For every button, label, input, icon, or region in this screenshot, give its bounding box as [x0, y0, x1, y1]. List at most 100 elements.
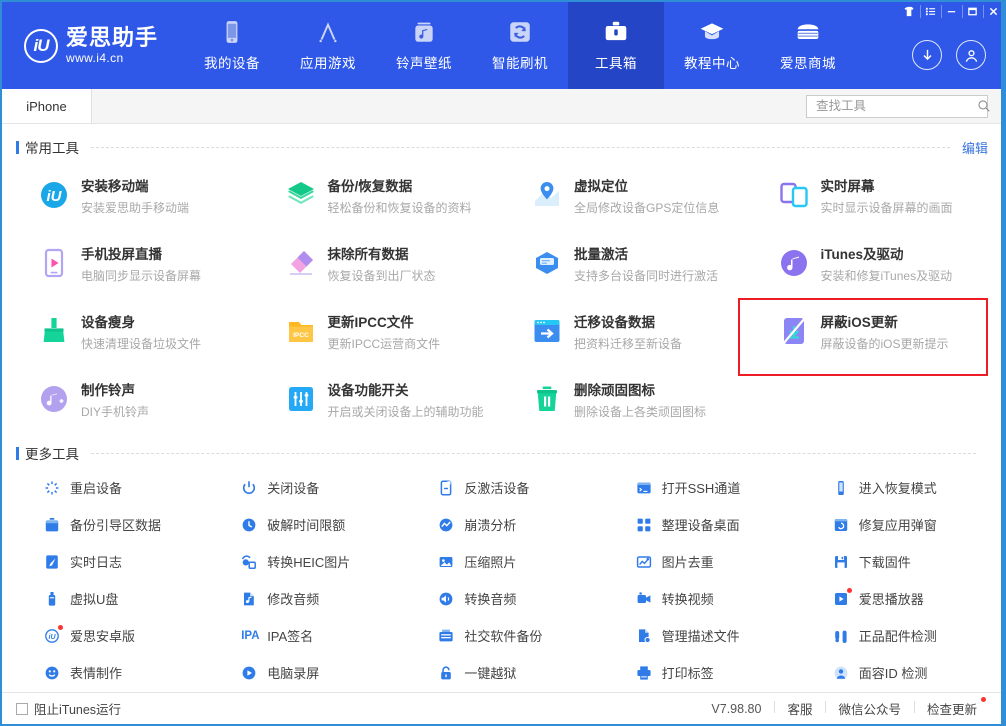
more-tool-item[interactable]: 正品配件检测 [799, 617, 996, 654]
section-divider [91, 453, 976, 454]
tool-card[interactable]: 制作铃声 DIY手机铃声 [10, 365, 257, 433]
more-tool-item[interactable]: 崩溃分析 [404, 506, 601, 543]
nav-item-toolbox[interactable]: 工具箱 [568, 2, 664, 89]
power-icon [241, 480, 257, 496]
crash-chart-icon [438, 517, 454, 533]
trash-icon [531, 383, 563, 415]
more-tool-item[interactable]: IPAIPA签名 [207, 617, 404, 654]
svg-text:iU: iU [47, 188, 63, 205]
nav-item-tutorial-center[interactable]: 教程中心 [664, 2, 760, 89]
heic-convert-icon [241, 554, 257, 570]
tool-card[interactable]: 批量激活 支持多台设备同时进行激活 [503, 229, 750, 297]
more-tool-item[interactable]: 打印标签 [602, 654, 799, 691]
brand-logo[interactable]: iU 爱思助手 www.i4.cn [2, 2, 184, 89]
search-area [806, 89, 1004, 123]
nav-item-ringtone-wallpaper[interactable]: 铃声壁纸 [376, 2, 472, 89]
edit-link[interactable]: 编辑 [962, 138, 988, 157]
more-tool-item[interactable]: 重启设备 [10, 469, 207, 506]
more-tool-item[interactable]: 虚拟U盘 [10, 580, 207, 617]
more-tool-item[interactable]: 压缩照片 [404, 543, 601, 580]
tool-card[interactable]: iU 安装移动端 安装爱思助手移动端 [10, 161, 257, 229]
more-tool-label: 重启设备 [70, 478, 122, 497]
recovery-phone-icon [833, 480, 849, 496]
more-tool-item[interactable]: 修改音频 [207, 580, 404, 617]
earphone-check-icon [833, 628, 849, 644]
more-tool-item[interactable]: 破解时间限额 [207, 506, 404, 543]
menu-list-icon[interactable] [920, 2, 941, 21]
more-tool-label: 面容ID 检测 [859, 663, 928, 682]
tool-card[interactable]: 虚拟定位 全局修改设备GPS定位信息 [503, 161, 750, 229]
more-tool-item[interactable]: 实时日志 [10, 543, 207, 580]
footer-link-check-update[interactable]: 检查更新 [914, 699, 990, 718]
phone-icon [219, 19, 245, 45]
more-tool-item[interactable]: 打开SSH通道 [602, 469, 799, 506]
download-icon[interactable] [912, 40, 942, 70]
tool-name: 抹除所有数据 [328, 243, 436, 263]
more-tool-item[interactable]: 下载固件 [799, 543, 996, 580]
tool-name: 安装移动端 [81, 175, 189, 195]
tool-card[interactable]: 备份/恢复数据 轻松备份和恢复设备的资料 [257, 161, 504, 229]
tab-iphone[interactable]: iPhone [2, 89, 92, 123]
more-tool-item[interactable]: 电脑录屏 [207, 654, 404, 691]
tool-card[interactable]: IPCC 更新IPCC文件 更新IPCC运营商文件 [257, 297, 504, 365]
more-tool-item[interactable]: 社交软件备份 [404, 617, 601, 654]
minimize-icon[interactable] [941, 2, 962, 21]
app-window: iU 爱思助手 www.i4.cn 我的设备 [0, 0, 1006, 726]
tool-card[interactable]: 迁移设备数据 把资料迁移至新设备 [503, 297, 750, 365]
svg-text:iU: iU [49, 634, 57, 641]
more-tool-item[interactable]: 整理设备桌面 [602, 506, 799, 543]
more-tool-label: 转换HEIC图片 [267, 552, 350, 571]
shirt-icon[interactable] [899, 2, 920, 21]
footer-link-wechat[interactable]: 微信公众号 [825, 699, 914, 718]
tool-card[interactable]: 抹除所有数据 恢复设备到出厂状态 [257, 229, 504, 297]
more-tool-item[interactable]: 修复应用弹窗 [799, 506, 996, 543]
tool-name: 设备瘦身 [81, 311, 201, 331]
search-icon[interactable] [977, 99, 991, 113]
tool-card[interactable]: 屏蔽iOS更新 屏蔽设备的iOS更新提示 [750, 297, 997, 365]
footer-link-support[interactable]: 客服 [774, 699, 825, 718]
maximize-icon[interactable] [962, 2, 983, 21]
more-tool-item[interactable]: 爱思播放器 [799, 580, 996, 617]
store-icon [795, 19, 821, 45]
more-tool-item[interactable]: 转换HEIC图片 [207, 543, 404, 580]
more-tool-item[interactable]: 转换视频 [602, 580, 799, 617]
more-tool-item[interactable]: 表情制作 [10, 654, 207, 691]
more-tool-item[interactable]: 关闭设备 [207, 469, 404, 506]
unlock-icon [438, 665, 454, 681]
more-tool-item[interactable]: 面容ID 检测 [799, 654, 996, 691]
checkbox-box[interactable] [16, 703, 28, 715]
more-tool-item[interactable]: 备份引导区数据 [10, 506, 207, 543]
more-tool-item[interactable]: 转换音频 [404, 580, 601, 617]
more-tool-item[interactable]: 进入恢复模式 [799, 469, 996, 506]
more-tool-item[interactable]: 图片去重 [602, 543, 799, 580]
more-tool-item[interactable]: 一键越狱 [404, 654, 601, 691]
search-input[interactable] [816, 99, 977, 113]
nav-item-store[interactable]: 爱思商城 [760, 2, 856, 89]
tool-desc: 把资料迁移至新设备 [574, 335, 682, 352]
tool-desc: 恢复设备到出厂状态 [328, 267, 436, 284]
profile-manage-icon [636, 628, 652, 644]
more-tool-item[interactable]: iU爱思安卓版 [10, 617, 207, 654]
nav-label: 教程中心 [684, 52, 740, 72]
tool-name: 屏蔽iOS更新 [821, 311, 949, 331]
tool-card[interactable]: 设备瘦身 快速清理设备垃圾文件 [10, 297, 257, 365]
ringtone-icon [38, 383, 70, 415]
tool-desc: 安装爱思助手移动端 [81, 199, 189, 216]
more-tool-item[interactable]: 管理描述文件 [602, 617, 799, 654]
more-tool-label: 虚拟U盘 [70, 589, 118, 608]
block-itunes-checkbox[interactable]: 阻止iTunes运行 [16, 699, 121, 718]
main-nav: 我的设备 应用游戏 铃声壁纸 [184, 2, 856, 89]
search-box[interactable] [806, 95, 988, 118]
section-accent-bar [16, 141, 19, 154]
more-tool-item[interactable]: 反激活设备 [404, 469, 601, 506]
tool-card[interactable]: 实时屏幕 实时显示设备屏幕的画面 [750, 161, 997, 229]
tool-card[interactable]: 设备功能开关 开启或关闭设备上的辅助功能 [257, 365, 504, 433]
tool-card[interactable]: iTunes及驱动 安装和修复iTunes及驱动 [750, 229, 997, 297]
tool-card[interactable]: 删除顽固图标 删除设备上各类顽固图标 [503, 365, 750, 433]
tool-card[interactable]: 手机投屏直播 电脑同步显示设备屏幕 [10, 229, 257, 297]
nav-item-my-device[interactable]: 我的设备 [184, 2, 280, 89]
user-account-icon[interactable] [956, 40, 986, 70]
nav-item-smart-flash[interactable]: 智能刷机 [472, 2, 568, 89]
nav-item-apps-games[interactable]: 应用游戏 [280, 2, 376, 89]
i4-player-icon [833, 591, 849, 607]
